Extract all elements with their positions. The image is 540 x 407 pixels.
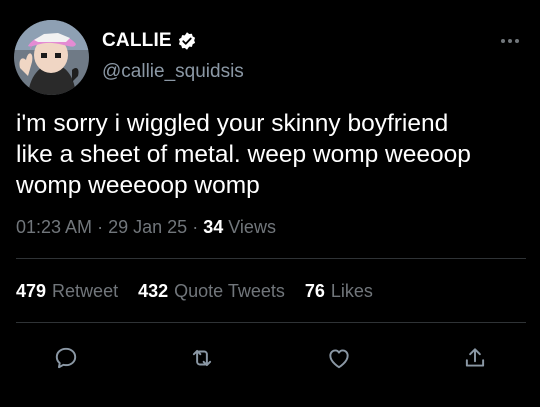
share-button[interactable] <box>461 344 489 372</box>
share-icon <box>465 348 485 367</box>
likes-count: 76 <box>304 281 325 301</box>
meta-separator: · <box>192 217 199 237</box>
more-options-icon[interactable] <box>498 34 522 48</box>
verified-badge-icon <box>177 31 197 51</box>
likes-label: Likes <box>330 281 373 301</box>
divider <box>16 322 526 323</box>
divider <box>16 258 526 259</box>
heart-icon <box>329 349 349 369</box>
retweets-count: 479 <box>16 281 47 301</box>
like-button[interactable] <box>325 344 353 372</box>
avatar[interactable] <box>14 20 89 95</box>
retweet-icon <box>192 349 212 367</box>
quotes-label: Quote Tweets <box>174 281 285 301</box>
reply-button[interactable] <box>52 344 80 372</box>
engagement-stats: 479 Retweet 432 Quote Tweets 76 Likes <box>16 281 393 302</box>
author-handle[interactable]: @callie_squidsis <box>102 61 244 83</box>
quotes-count: 432 <box>138 281 169 301</box>
quotes-stat[interactable]: 432 Quote Tweets <box>138 281 285 302</box>
tweet-date[interactable]: 29 Jan 25 <box>108 217 187 237</box>
author-name-row[interactable]: CALLIE <box>102 30 197 52</box>
tweet-time[interactable]: 01:23 AM <box>16 217 92 237</box>
retweet-button[interactable] <box>188 344 216 372</box>
views-count: 34 <box>203 217 224 237</box>
reply-icon <box>55 347 77 369</box>
retweets-label: Retweet <box>52 281 119 301</box>
tweet-meta: 01:23 AM · 29 Jan 25 · 34 Views <box>16 217 276 238</box>
avatar-image <box>14 20 89 95</box>
tweet-detail: CALLIE @callie_squidsis i'm sorry i wigg… <box>0 0 540 407</box>
display-name[interactable]: CALLIE <box>102 30 172 52</box>
views-label: Views <box>228 217 276 237</box>
meta-separator: · <box>97 217 104 237</box>
likes-stat[interactable]: 76 Likes <box>305 281 373 302</box>
retweets-stat[interactable]: 479 Retweet <box>16 281 118 302</box>
tweet-text: i'm sorry i wiggled your skinny boyfrien… <box>16 110 471 199</box>
